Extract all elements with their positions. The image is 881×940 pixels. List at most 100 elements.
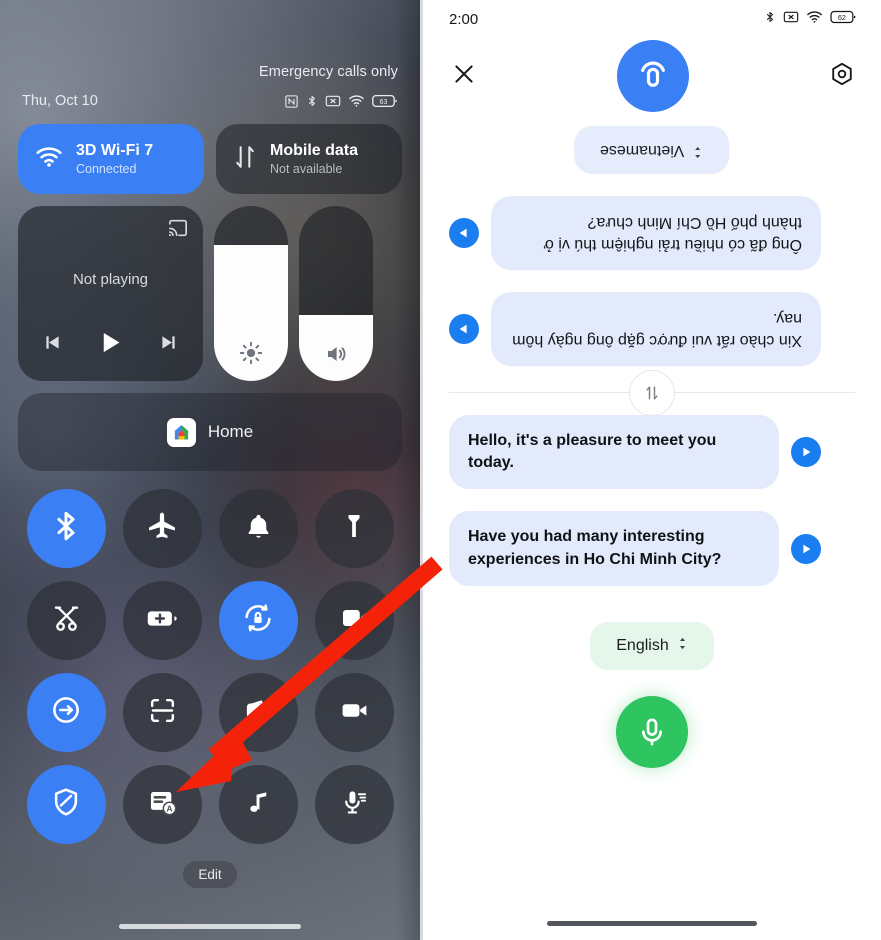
recorder-mic-icon <box>339 787 370 823</box>
microphone-row <box>449 695 855 768</box>
battery-icon: 62 <box>830 10 857 29</box>
airplane-icon <box>145 509 179 548</box>
local-message-bubble[interactable]: Hello, it's a pleasure to meet you today… <box>449 415 779 490</box>
local-language-label: English <box>616 636 669 654</box>
toggle-video-call[interactable] <box>314 673 394 752</box>
home-tile-label: Home <box>207 422 254 441</box>
mobile-data-title: Mobile data <box>270 141 359 159</box>
microphone-icon[interactable] <box>616 695 688 768</box>
wifi-icon <box>34 145 64 174</box>
toggle-airplane-mode[interactable] <box>122 489 202 568</box>
remote-message-row: Xin chào rất vui được gặp ông ngày hôm n… <box>449 292 855 367</box>
media-status-label: Not playing <box>72 271 149 288</box>
close-icon[interactable] <box>451 61 477 92</box>
conversation-divider <box>449 369 855 416</box>
no-sim-icon <box>325 94 341 108</box>
clock-label: 2:00 <box>449 11 479 28</box>
toggle-screenshot[interactable] <box>26 581 106 660</box>
toggle-auto-rotate[interactable] <box>218 581 298 660</box>
toggle-flashlight[interactable] <box>314 489 394 568</box>
remote-message-bubble[interactable]: Xin chào rất vui được gặp ông ngày hôm n… <box>491 292 821 367</box>
flashlight-icon <box>339 511 369 546</box>
bluetooth-icon <box>306 93 318 109</box>
interpreter-status-bar: 2:00 62 <box>423 0 881 30</box>
toggle-bluetooth[interactable] <box>26 489 106 568</box>
date-status-row: Thu, Oct 10 63 <box>18 93 402 109</box>
toggle-music[interactable] <box>218 765 298 844</box>
cast-icon[interactable] <box>167 218 189 243</box>
remote-message-bubble[interactable]: Ông đã có nhiều trải nghiệm thú vị ở thà… <box>491 196 821 271</box>
media-player-card[interactable]: Not playing <box>18 206 203 381</box>
interpreter-icon: A <box>146 786 179 824</box>
no-sim-icon <box>783 10 799 29</box>
toggle-vpn-shield[interactable] <box>26 765 106 844</box>
play-audio-icon[interactable] <box>449 218 479 249</box>
mobile-data-subtitle: Not available <box>270 162 343 176</box>
scissors-icon <box>51 603 82 639</box>
toggle-qr-scanner[interactable] <box>122 673 202 752</box>
play-audio-icon[interactable] <box>449 314 479 345</box>
edit-button[interactable]: Edit <box>183 861 237 888</box>
toggle-interpreter[interactable]: A <box>122 765 202 844</box>
carrier-text: Emergency calls only <box>259 64 398 80</box>
interpreter-header <box>423 30 881 112</box>
play-audio-icon[interactable] <box>791 437 821 468</box>
music-note-icon <box>244 788 273 822</box>
swap-vertical-icon[interactable] <box>629 369 675 416</box>
wallet-icon <box>243 695 274 731</box>
toggle-data-saver[interactable] <box>26 673 106 752</box>
wifi-tile-subtitle: Connected <box>76 162 137 176</box>
edit-row: Edit <box>18 861 402 888</box>
date-label: Thu, Oct 10 <box>22 93 98 109</box>
brightness-slider[interactable] <box>214 206 288 381</box>
status-icons: 63 <box>284 93 398 109</box>
mobile-data-tile[interactable]: Mobile data Not available <box>216 124 402 194</box>
home-gesture-handle[interactable] <box>547 921 757 926</box>
wifi-tile-title: 3D Wi-Fi 7 <box>76 141 154 159</box>
next-track-icon[interactable] <box>158 332 179 358</box>
bell-icon <box>243 511 274 547</box>
previous-track-icon[interactable] <box>42 332 63 358</box>
scan-frame-icon <box>147 695 178 731</box>
interpreter-panel: 2:00 62 Vietnamese Ông đã có nhiều trải … <box>420 0 881 940</box>
toggle-wallet[interactable] <box>218 673 298 752</box>
video-camera-icon <box>339 695 370 731</box>
local-message-bubble[interactable]: Have you had many interesting experience… <box>449 511 779 586</box>
quick-toggle-grid: A <box>18 489 402 844</box>
shield-icon <box>50 786 82 823</box>
remote-speaker-area: Vietnamese Ông đã có nhiều trải nghiệm t… <box>423 126 881 416</box>
chevron-updown-icon <box>693 140 704 160</box>
toggle-battery-saver[interactable] <box>122 581 202 660</box>
volume-icon <box>299 343 373 365</box>
interpreter-logo-icon <box>617 40 689 112</box>
screen-record-icon <box>339 603 369 638</box>
volume-slider[interactable] <box>299 206 373 381</box>
screenshot-root: Emergency calls only Thu, Oct 10 63 3D W… <box>0 0 881 940</box>
brightness-icon <box>214 341 288 365</box>
toggle-voice-recorder[interactable] <box>314 765 394 844</box>
mobile-data-icon <box>232 144 258 175</box>
home-tile[interactable]: Home <box>18 393 402 471</box>
wifi-tile[interactable]: 3D Wi-Fi 7 Connected <box>18 124 204 194</box>
svg-text:A: A <box>166 804 172 813</box>
toggle-screen-record[interactable] <box>314 581 394 660</box>
battery-plus-icon <box>146 602 179 640</box>
local-message-row: Have you had many interesting experience… <box>449 511 855 586</box>
local-message-row: Hello, it's a pleasure to meet you today… <box>449 415 855 490</box>
remote-language-selector[interactable]: Vietnamese <box>574 126 730 174</box>
rotation-lock-icon <box>241 601 275 640</box>
gear-icon[interactable] <box>829 61 855 92</box>
toggle-ring-mode[interactable] <box>218 489 298 568</box>
svg-text:63: 63 <box>380 99 388 106</box>
wifi-icon <box>348 94 365 108</box>
home-gesture-handle[interactable] <box>119 924 301 929</box>
media-and-sliders: Not playing <box>18 206 402 381</box>
bluetooth-icon <box>764 9 776 30</box>
play-icon[interactable] <box>97 329 124 361</box>
nfc-icon <box>284 94 299 109</box>
carrier-status-row: Emergency calls only <box>18 0 402 80</box>
quick-settings-panel: Emergency calls only Thu, Oct 10 63 3D W… <box>0 0 420 940</box>
play-audio-icon[interactable] <box>791 533 821 564</box>
local-language-selector[interactable]: English <box>590 621 714 670</box>
local-speaker-area: Hello, it's a pleasure to meet you today… <box>423 415 881 768</box>
